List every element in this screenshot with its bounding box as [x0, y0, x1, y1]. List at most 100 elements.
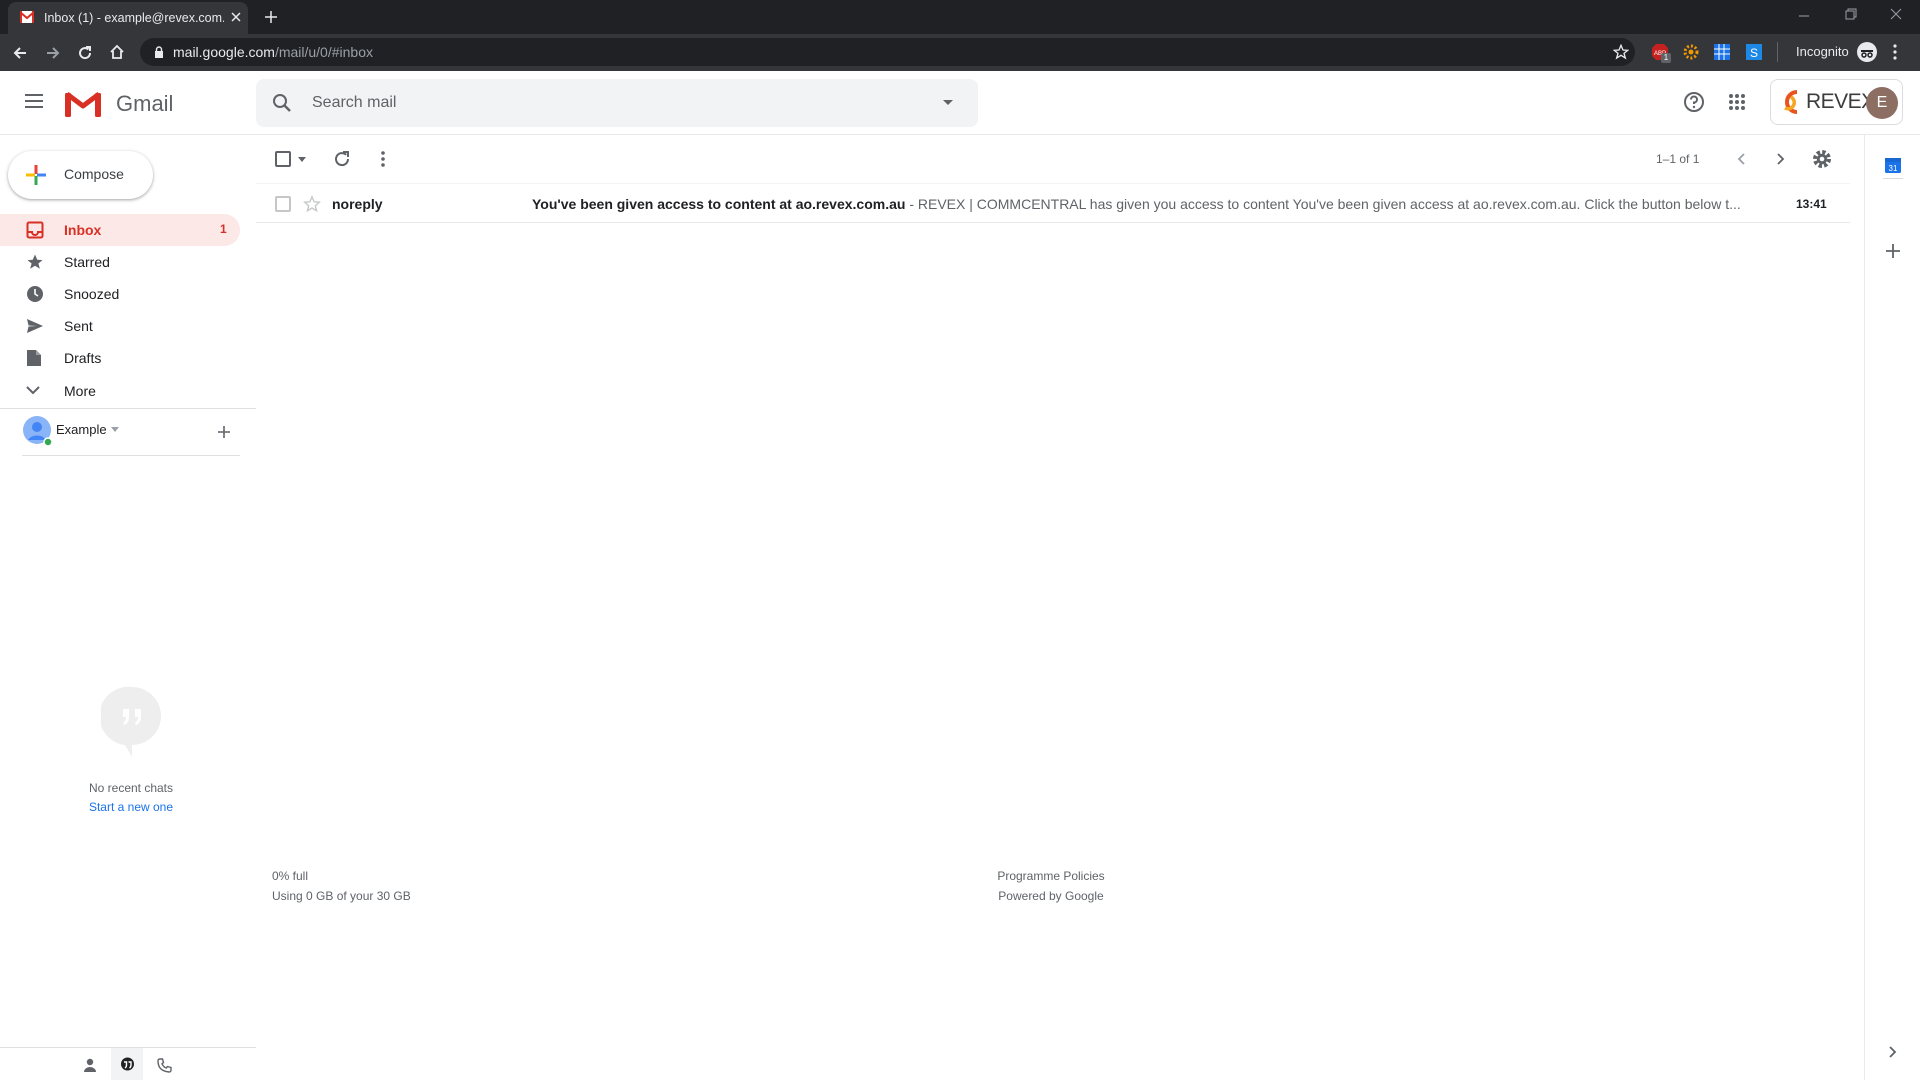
- tab-title: Inbox (1) - example@revex.com.au - REVEX…: [44, 11, 224, 25]
- no-chats-bubble-icon: [101, 685, 163, 759]
- help-icon[interactable]: [1683, 91, 1705, 113]
- gmail-favicon-icon: [20, 11, 34, 23]
- gmail-wordmark: Gmail: [116, 91, 174, 116]
- row-checkbox[interactable]: [275, 196, 291, 212]
- sidebar-divider: [0, 408, 256, 409]
- bookmark-star-icon[interactable]: [1613, 44, 1629, 60]
- gmail-logo-icon[interactable]: [64, 90, 102, 118]
- sidebar-item-drafts[interactable]: Drafts: [0, 342, 240, 374]
- programme-policies-link[interactable]: Programme Policies: [951, 869, 1151, 883]
- hangouts-quote-icon: [120, 1057, 135, 1072]
- add-addon-plus-icon[interactable]: [1885, 243, 1901, 259]
- window-restore-icon[interactable]: [1845, 8, 1857, 20]
- url-path: /mail/u/0/#inbox: [274, 44, 373, 60]
- browser-toolbar: mail.google.com/mail/u/0/#inbox ABP 1 S …: [0, 34, 1920, 71]
- email-subject-line: You've been given access to content at a…: [532, 196, 1752, 212]
- extension-skype-icon[interactable]: S: [1745, 43, 1763, 61]
- search-input[interactable]: [312, 91, 892, 115]
- settings-gear-icon[interactable]: [1812, 149, 1832, 169]
- clock-icon: [26, 285, 44, 303]
- older-page-chevron-left-icon[interactable]: [1737, 153, 1745, 165]
- inbox-icon: [26, 221, 44, 239]
- sidebar-item-starred[interactable]: Starred: [0, 246, 240, 278]
- compose-plus-icon: [24, 163, 48, 187]
- star-outline-icon[interactable]: [303, 195, 321, 213]
- send-icon: [26, 317, 44, 335]
- storage-detail: Using 0 GB of your 30 GB: [272, 889, 411, 903]
- account-switcher[interactable]: REVEX E: [1770, 79, 1903, 125]
- search-bar[interactable]: [256, 79, 978, 127]
- email-snippet: - REVEX | COMMCENTRAL has given you acce…: [905, 196, 1741, 212]
- sidebar-item-label: Sent: [64, 318, 93, 334]
- powered-by-google-text: Powered by Google: [998, 889, 1104, 903]
- mail-toolbar: [256, 135, 1850, 183]
- inbox-unread-count: 1: [220, 222, 227, 236]
- sidebar-item-label: More: [64, 383, 96, 399]
- url-host: mail.google.com: [173, 44, 275, 60]
- brand-name: REVEX: [1806, 90, 1875, 113]
- incognito-icon[interactable]: [1856, 41, 1878, 63]
- email-sender: noreply: [332, 196, 383, 212]
- side-panel: 31: [1864, 135, 1920, 1080]
- select-all-checkbox[interactable]: [275, 151, 291, 167]
- calendar-icon[interactable]: 31: [1883, 155, 1903, 175]
- more-options-icon[interactable]: [380, 150, 386, 168]
- window-close-icon[interactable]: [1890, 8, 1902, 20]
- email-time: 13:41: [1796, 197, 1827, 211]
- sidebar-item-label: Snoozed: [64, 286, 120, 302]
- hangouts-user-name[interactable]: Example: [56, 422, 107, 437]
- compose-label: Compose: [64, 166, 124, 182]
- sidebar-item-label: Inbox: [64, 222, 102, 238]
- sidebar-item-inbox[interactable]: Inbox 1: [0, 214, 240, 246]
- search-icon[interactable]: [272, 93, 292, 113]
- address-bar[interactable]: mail.google.com/mail/u/0/#inbox: [140, 38, 1635, 66]
- new-chat-plus-icon[interactable]: [217, 425, 231, 439]
- back-icon[interactable]: [12, 45, 28, 61]
- main-menu-icon[interactable]: [24, 93, 44, 109]
- forward-icon[interactable]: [45, 45, 61, 61]
- reload-icon[interactable]: [77, 45, 93, 61]
- url-text: mail.google.com/mail/u/0/#inbox: [173, 44, 373, 60]
- hangouts-avatar-icon: [23, 416, 53, 446]
- svg-text:S: S: [1750, 46, 1758, 60]
- browser-tab[interactable]: Inbox (1) - example@revex.com.au - REVEX…: [8, 2, 248, 34]
- avatar[interactable]: E: [1866, 87, 1898, 119]
- start-new-chat-link[interactable]: Start a new one: [0, 800, 262, 814]
- no-recent-chats-text: No recent chats: [88, 781, 174, 795]
- incognito-label: Incognito: [1796, 44, 1849, 59]
- refresh-icon[interactable]: [333, 150, 351, 168]
- contacts-person-icon[interactable]: [83, 1058, 97, 1072]
- hangouts-tab[interactable]: [111, 1048, 143, 1080]
- sidebar-item-label: Drafts: [64, 350, 102, 366]
- sidebar-item-snoozed[interactable]: Snoozed: [0, 278, 240, 310]
- newer-page-chevron-right-icon[interactable]: [1777, 153, 1785, 165]
- sidebar-item-more[interactable]: More: [0, 375, 240, 407]
- extension-gear-icon[interactable]: [1682, 43, 1700, 61]
- home-icon[interactable]: [109, 44, 125, 60]
- hangouts-divider: [22, 455, 240, 456]
- gmail-header: Gmail REVEX E: [0, 71, 1920, 135]
- compose-button[interactable]: Compose: [8, 151, 153, 199]
- browser-menu-icon[interactable]: [1892, 44, 1898, 60]
- chat-footer-bar: [0, 1047, 256, 1080]
- pagination-text: 1–1 of 1: [1656, 152, 1700, 166]
- star-icon: [26, 253, 44, 271]
- new-tab-icon[interactable]: [264, 10, 278, 24]
- hangouts-status-dropdown-icon[interactable]: [111, 427, 119, 432]
- tab-close-icon[interactable]: [230, 11, 242, 23]
- browser-tabstrip: Inbox (1) - example@revex.com.au - REVEX…: [0, 0, 1920, 34]
- select-dropdown-icon[interactable]: [298, 157, 306, 162]
- search-options-icon[interactable]: [942, 99, 954, 107]
- side-panel-expand-chevron-icon[interactable]: [1889, 1046, 1897, 1058]
- revex-logo-icon: [1777, 88, 1805, 118]
- storage-percent: 0% full: [272, 869, 309, 883]
- table-row[interactable]: noreply You've been given access to cont…: [256, 183, 1850, 223]
- phone-icon[interactable]: [157, 1058, 172, 1073]
- extension-grid-icon[interactable]: [1713, 43, 1731, 61]
- apps-grid-icon[interactable]: [1728, 93, 1746, 111]
- window-minimize-icon[interactable]: [1798, 10, 1810, 22]
- sidebar-item-sent[interactable]: Sent: [0, 310, 240, 342]
- extension-badge: 1: [1661, 53, 1671, 63]
- toolbar-divider: [1777, 42, 1778, 62]
- email-subject: You've been given access to content at a…: [532, 196, 906, 212]
